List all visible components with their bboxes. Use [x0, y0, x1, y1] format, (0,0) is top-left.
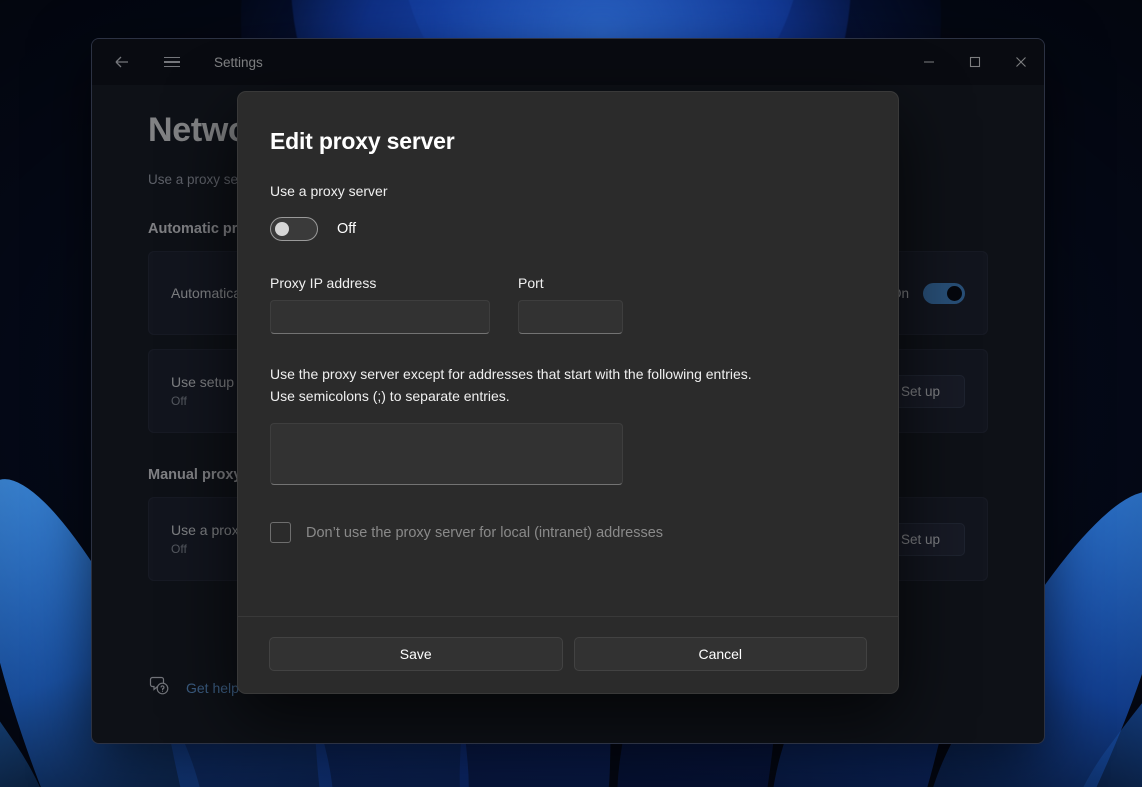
use-proxy-toggle-state: Off	[337, 221, 356, 237]
save-button[interactable]: Save	[269, 637, 563, 671]
bypass-local-checkbox[interactable]	[270, 522, 291, 543]
bypass-local-row[interactable]: Don’t use the proxy server for local (in…	[270, 522, 866, 543]
proxy-port-field-group: Port	[518, 275, 623, 334]
dialog-title: Edit proxy server	[270, 128, 866, 155]
toggle-knob	[275, 222, 289, 236]
dialog-footer: Save Cancel	[238, 616, 898, 693]
bypass-local-label: Don’t use the proxy server for local (in…	[306, 525, 663, 541]
use-proxy-toggle[interactable]	[270, 217, 318, 241]
exceptions-description-line2: Use semicolons (;) to separate entries.	[270, 386, 866, 408]
proxy-ip-label: Proxy IP address	[270, 275, 490, 291]
edit-proxy-server-dialog: Edit proxy server Use a proxy server Off…	[237, 91, 899, 694]
use-proxy-server-label: Use a proxy server	[270, 183, 866, 199]
settings-window: Settings Network Use a proxy ser Automat…	[91, 38, 1045, 744]
exceptions-description: Use the proxy server except for addresse…	[270, 364, 866, 407]
proxy-port-label: Port	[518, 275, 623, 291]
use-proxy-toggle-row: Off	[270, 217, 866, 241]
dialog-content: Edit proxy server Use a proxy server Off…	[238, 92, 898, 616]
desktop: Settings Network Use a proxy ser Automat…	[0, 0, 1142, 787]
exceptions-description-line1: Use the proxy server except for addresse…	[270, 364, 866, 386]
cancel-button[interactable]: Cancel	[574, 637, 868, 671]
exceptions-textarea[interactable]	[270, 423, 623, 485]
address-fields-row: Proxy IP address Port	[270, 275, 866, 334]
proxy-ip-field-group: Proxy IP address	[270, 275, 490, 334]
proxy-port-input[interactable]	[518, 300, 623, 334]
proxy-ip-input[interactable]	[270, 300, 490, 334]
